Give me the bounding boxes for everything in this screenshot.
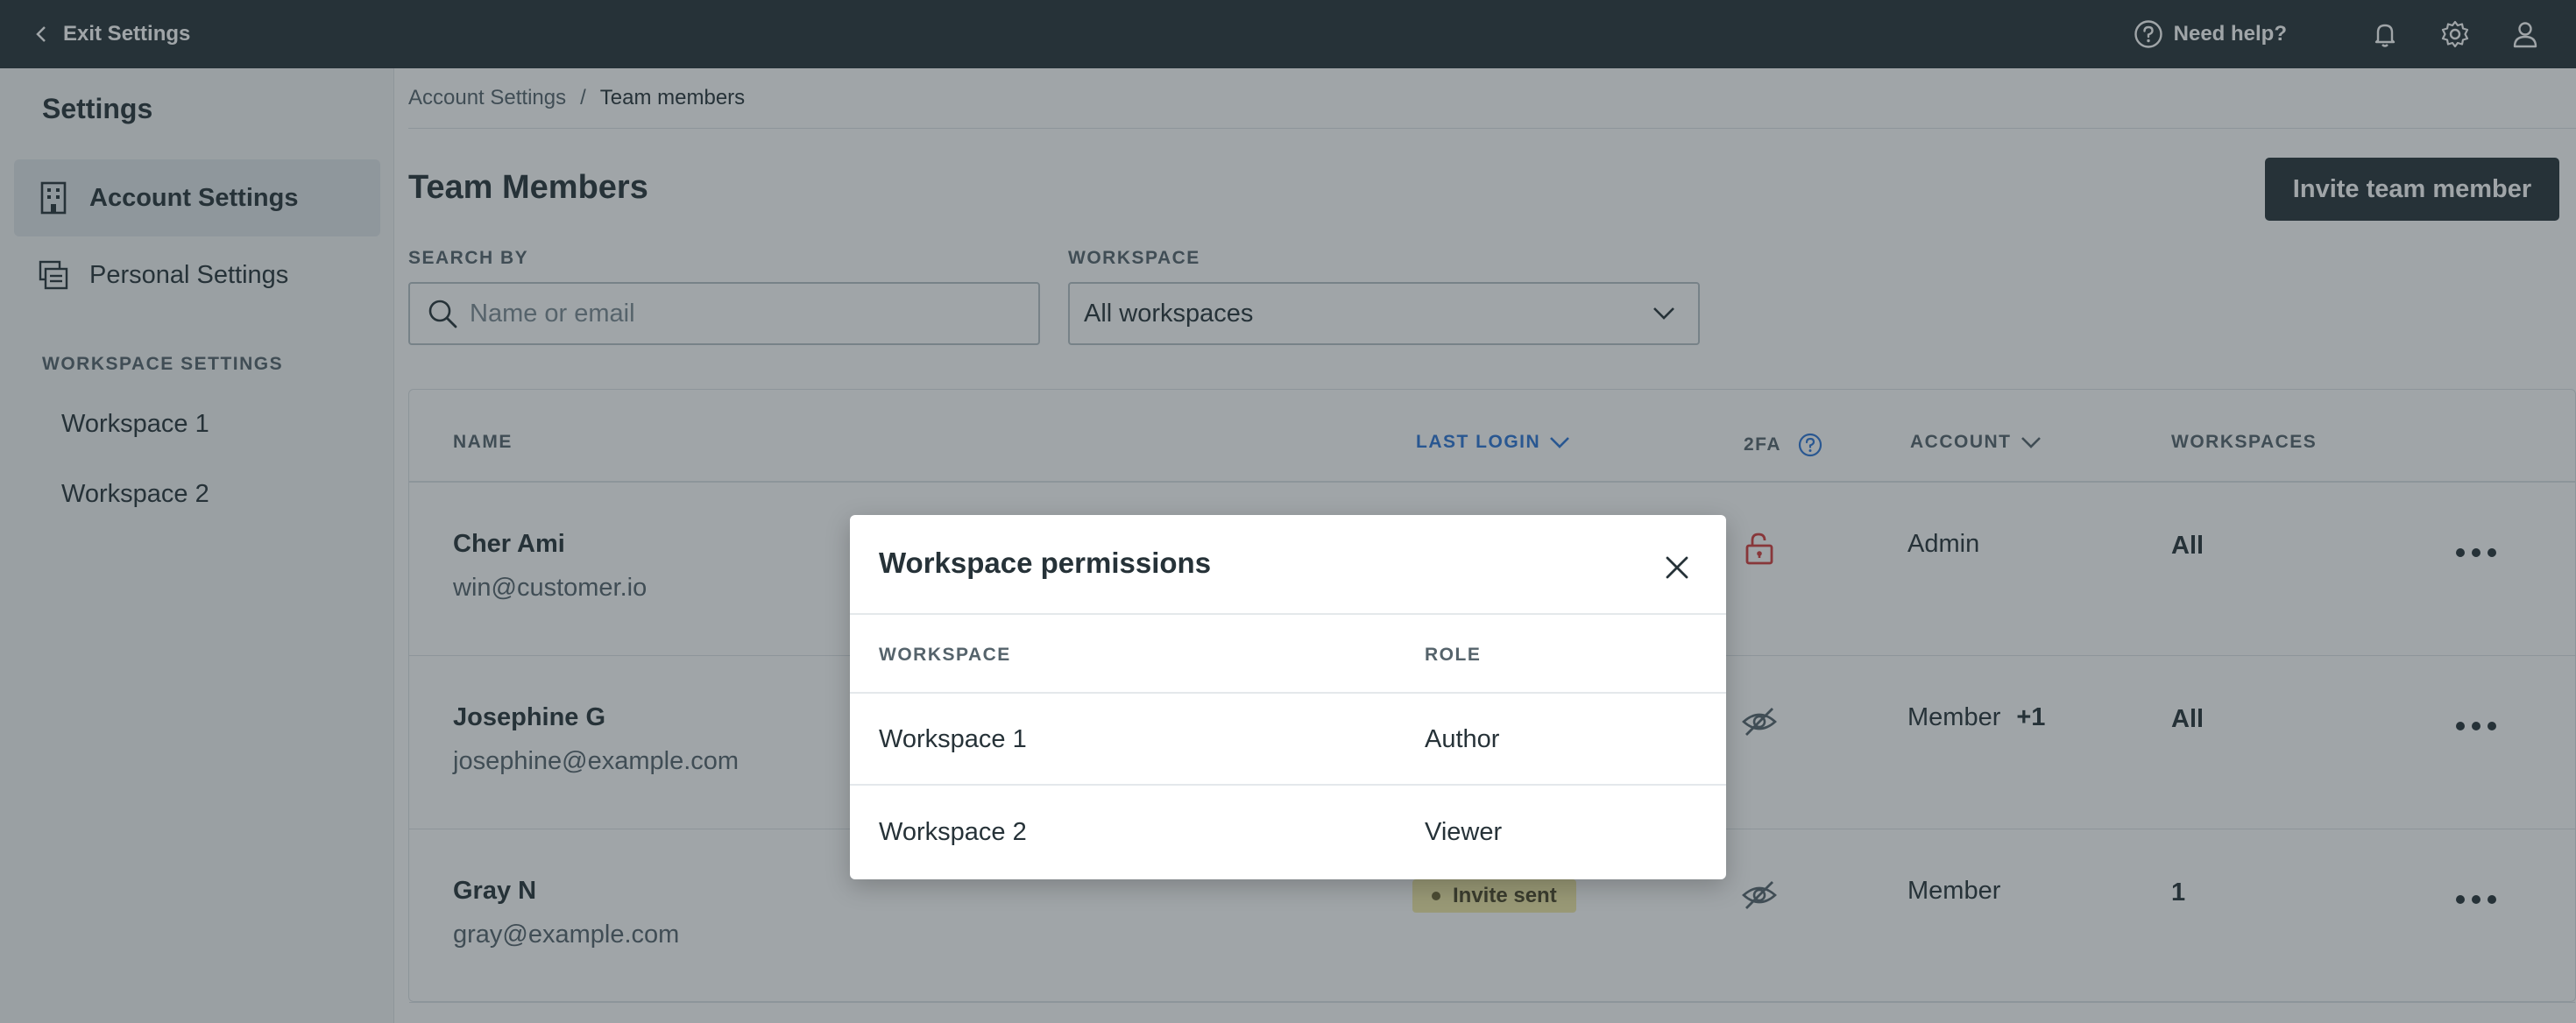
modal-role-cell: Viewer xyxy=(1425,818,1503,846)
modal-workspace-cell: Workspace 2 xyxy=(879,818,1027,846)
close-modal-button[interactable] xyxy=(1660,550,1695,585)
modal-header-divider xyxy=(850,613,1726,615)
close-icon xyxy=(1666,556,1688,579)
modal-column-workspace: WORKSPACE xyxy=(879,645,1011,665)
modal-role-cell: Author xyxy=(1425,725,1500,753)
modal-table-header-divider xyxy=(850,692,1726,694)
modal-workspace-cell: Workspace 1 xyxy=(879,725,1027,753)
modal-row-divider xyxy=(850,784,1726,786)
workspace-permissions-modal: Workspace permissions WORKSPACE ROLE Wor… xyxy=(850,515,1726,879)
modal-column-role: ROLE xyxy=(1425,645,1482,665)
modal-title: Workspace permissions xyxy=(879,547,1212,579)
